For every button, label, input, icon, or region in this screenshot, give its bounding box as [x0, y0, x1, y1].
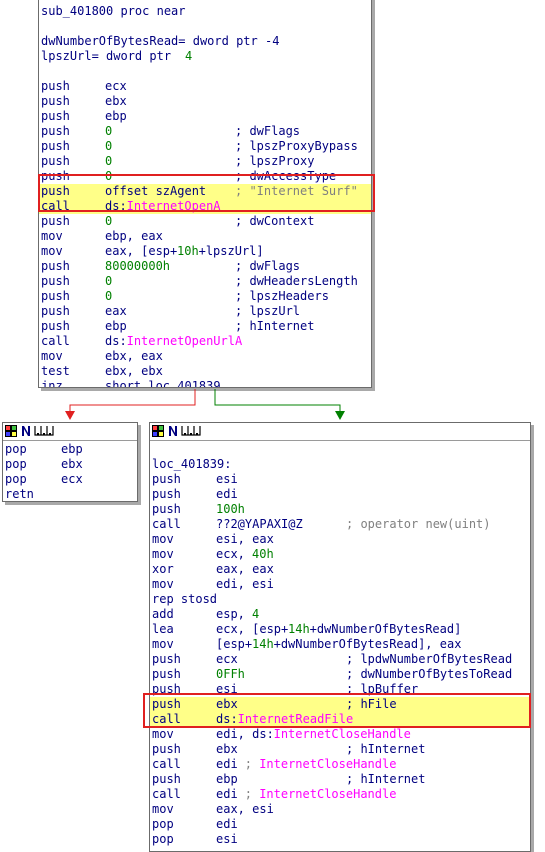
highlight-box-internetopena [38, 174, 375, 212]
highlight-box-internetreadfile [143, 693, 531, 728]
false-branch-edge[interactable] [65, 389, 196, 420]
true-branch-edge[interactable] [214, 389, 345, 420]
